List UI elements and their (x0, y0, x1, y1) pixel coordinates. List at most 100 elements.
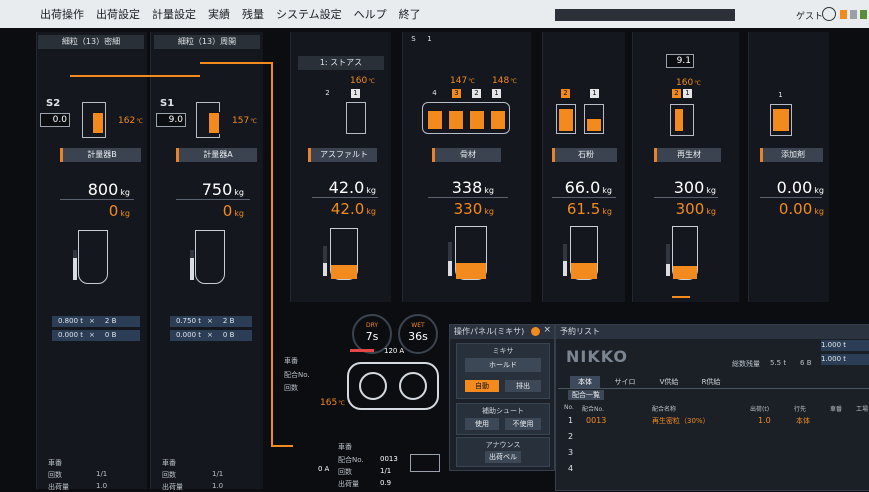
menu-shipping-operation[interactable]: 出荷操作 (40, 6, 84, 22)
actual-weight: 0.00 kg (778, 200, 824, 218)
batch-row: 0.750 t × 2 B (170, 316, 252, 327)
actual-weight: 61.5 kg (566, 200, 612, 218)
level-bar (666, 244, 670, 276)
info-key: 出荷量 (162, 483, 183, 491)
actual-weight: 0 kg (108, 202, 130, 220)
bin-number: 3 (452, 89, 461, 98)
silo-temperature: 162℃ (118, 116, 143, 126)
scale-a-button[interactable]: 計量器A (176, 148, 257, 162)
mixer-section: ミキサ ホールド 自動 排出 (456, 343, 550, 399)
operation-panel: 操作パネル(ミキサ) × ミキサ ホールド 自動 排出 補助シュート 使用 不使… (449, 324, 555, 471)
tab-r-supply[interactable]: R供給 (694, 376, 728, 388)
chute-use-button[interactable]: 使用 (465, 418, 499, 430)
menu-exit[interactable]: 終了 (399, 6, 421, 22)
mixer-rotor-icon (399, 372, 427, 400)
info-key: 回数 (48, 471, 62, 479)
asphalt-button[interactable]: アスファルト (308, 148, 377, 162)
batch-count: 6 B (800, 359, 812, 367)
info-value: 1/1 (380, 467, 392, 475)
table-row[interactable]: 1 (568, 416, 573, 425)
tab-v-supply[interactable]: V供給 (652, 376, 686, 388)
menu-remaining[interactable]: 残量 (242, 6, 264, 22)
silo-value-field[interactable]: 0.0 (40, 113, 70, 127)
recycled-silo-field[interactable]: 9.1 (666, 54, 694, 68)
divider (176, 199, 250, 200)
reservation-title: 予約リスト (556, 325, 869, 339)
info-key: 回数 (162, 471, 176, 479)
col-factory: 工場 (856, 406, 869, 413)
row-no: 1 (568, 416, 574, 425)
actual-weight: 0 kg (222, 202, 244, 220)
speaker-icon[interactable] (850, 10, 857, 19)
bin-number: 4 (432, 89, 437, 97)
row-qty: 1.0 (758, 416, 771, 425)
weigh-hopper-icon (672, 226, 698, 280)
info-value: 1/1 (212, 470, 224, 478)
batch-row: 0.000 t × 0 B (170, 330, 252, 341)
hot-bin-icon (448, 110, 464, 130)
discharge-button[interactable]: 排出 (505, 380, 541, 392)
weigh-hopper-icon (570, 226, 598, 280)
filler-button[interactable]: 石粉 (552, 148, 617, 162)
target-weight: 300 kg (673, 178, 716, 197)
aggregate-button[interactable]: 骨材 (432, 148, 501, 162)
discharge-gate-icon (672, 296, 690, 298)
recycled-temperature: 160℃ (676, 78, 701, 88)
mix-list-button[interactable]: 配合一覧 (568, 390, 604, 400)
actual-weight: 300 kg (675, 200, 716, 218)
bin-number: 1 (683, 89, 692, 98)
hot-bin-icon (469, 110, 485, 130)
divider (558, 388, 869, 389)
tab-silo[interactable]: サイロ (608, 376, 642, 388)
weigh-hopper-icon (455, 226, 487, 280)
truck-label: 車番 (162, 459, 176, 467)
recycled-button[interactable]: 再生材 (654, 148, 721, 162)
shipping-bell-button[interactable]: 出荷ベル (485, 451, 521, 463)
auto-button[interactable]: 自動 (465, 380, 499, 392)
target-weight: 800 kg (87, 180, 130, 199)
table-row[interactable]: 3 (568, 448, 573, 457)
chute-section: 補助シュート 使用 不使用 (456, 403, 550, 435)
menu-help[interactable]: ヘルプ (354, 6, 387, 22)
target-weight: 750 kg (201, 180, 244, 199)
close-icon[interactable]: × (543, 325, 551, 335)
table-row[interactable]: 4 (568, 464, 573, 473)
scale-b-button[interactable]: 計量器B (60, 148, 141, 162)
filler-fill-icon (558, 108, 574, 132)
batch-row: 0.000 t × 0 B (52, 330, 140, 341)
silo-value-field[interactable]: 9.0 (156, 113, 186, 127)
additive-panel (748, 32, 829, 302)
conveyor-line (271, 445, 293, 447)
silo-label: S1 (160, 98, 175, 109)
level-bar (190, 250, 194, 280)
user-icon[interactable] (822, 7, 836, 21)
menu-weighing-settings[interactable]: 計量設定 (152, 6, 196, 22)
asphalt-header: 1: ストアス (298, 56, 384, 70)
tab-main[interactable]: 本体 (570, 376, 600, 388)
truck-label: 車番 (284, 357, 298, 365)
menu-results[interactable]: 実績 (208, 6, 230, 22)
actual-weight: 330 kg (453, 200, 494, 218)
target-weight: 66.0 kg (564, 178, 612, 197)
battery-icon (860, 10, 867, 19)
silo-label: S2 (46, 98, 61, 109)
bin-number: 1 (492, 89, 501, 98)
total-remaining-value: 5.5 t (770, 359, 787, 367)
additive-button[interactable]: 添加剤 (760, 148, 823, 162)
bin-number: 1 (351, 89, 360, 98)
table-row[interactable]: 2 (568, 432, 573, 441)
hold-button[interactable]: ホールド (465, 358, 541, 372)
dispatch-amp: 0A (318, 465, 330, 473)
right-value-box[interactable]: 1.000 t (821, 340, 869, 351)
level-bar (448, 242, 452, 276)
chute-unuse-button[interactable]: 不使用 (505, 418, 541, 430)
col-mix-no: 配合No. (582, 406, 604, 413)
settings-icon[interactable] (531, 327, 540, 336)
target-weight: 0.00 kg (776, 178, 824, 197)
menu-system-settings[interactable]: システム設定 (276, 6, 342, 22)
menu-shipping-settings[interactable]: 出荷設定 (96, 6, 140, 22)
right-value-box[interactable]: 1.000 t (821, 354, 869, 365)
bin-number: 1 (778, 91, 783, 99)
conveyor-line (200, 62, 272, 64)
asphalt-tank-icon (346, 102, 366, 134)
